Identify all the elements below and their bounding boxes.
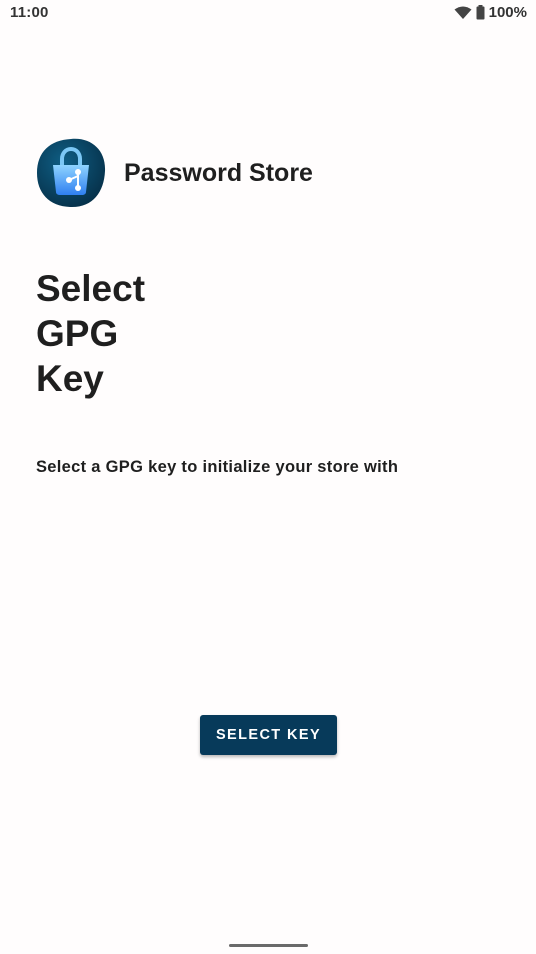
wifi-icon <box>454 6 472 19</box>
app-header: Password Store <box>36 138 313 208</box>
page-subtitle: Select a GPG key to initialize your stor… <box>36 458 399 476</box>
battery-icon <box>476 5 485 20</box>
battery-percent: 100% <box>488 4 527 21</box>
app-name: Password Store <box>124 158 313 187</box>
page-title: Select GPG Key <box>36 268 146 399</box>
select-key-button[interactable]: SELECT KEY <box>200 715 337 755</box>
status-icons: 100% <box>454 4 527 21</box>
password-store-logo-icon <box>37 138 106 208</box>
home-indicator[interactable] <box>229 944 308 947</box>
status-time: 11:00 <box>10 4 49 21</box>
status-bar: 11:00 100% <box>0 0 536 28</box>
